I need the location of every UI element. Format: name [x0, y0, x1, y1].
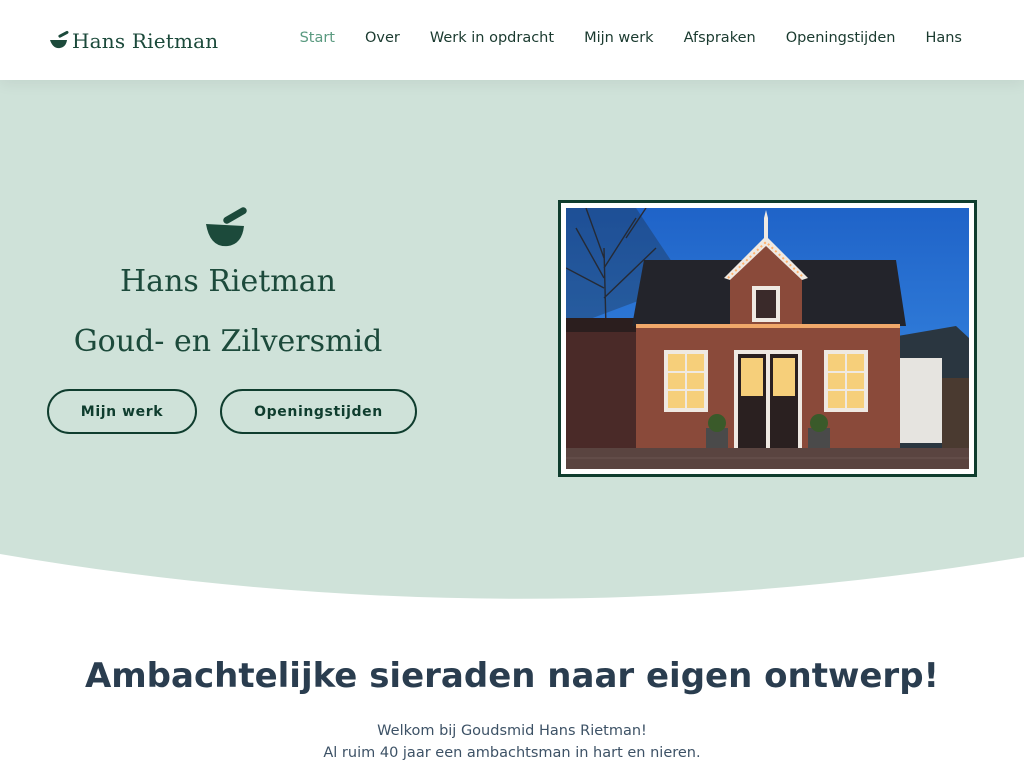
intro-text-line2: Al ruim 40 jaar een ambachtsman in hart …	[323, 745, 701, 761]
mijn-werk-button[interactable]: Mijn werk	[47, 389, 197, 434]
nav-item-mijn-werk[interactable]: Mijn werk	[584, 30, 654, 46]
shop-photo	[558, 200, 977, 477]
hero-section: Hans Rietman Goud- en Zilversmid Mijn we…	[0, 80, 1024, 600]
main-nav: Start Over Werk in opdracht Mijn werk Af…	[270, 30, 962, 46]
nav-item-openingstijden[interactable]: Openingstijden	[786, 30, 896, 46]
hero-subtitle: Goud- en Zilversmid	[73, 324, 383, 359]
mortar-pestle-icon	[206, 207, 247, 247]
nav-item-over[interactable]: Over	[365, 30, 400, 46]
page-headline: Ambachtelijke sieraden naar eigen ontwer…	[84, 656, 940, 696]
openingstijden-button[interactable]: Openingstijden	[220, 389, 417, 434]
logo-text: Hans Rietman	[72, 29, 219, 53]
mortar-pestle-icon	[50, 30, 69, 49]
site-logo[interactable]: Hans Rietman	[48, 26, 218, 56]
nav-item-hans[interactable]: Hans	[925, 30, 962, 46]
site-header: Hans Rietman Start Over Werk in opdracht…	[0, 0, 1024, 80]
nav-item-werk-in-opdracht[interactable]: Werk in opdracht	[430, 30, 554, 46]
hero-title: Hans Rietman	[120, 264, 336, 299]
intro-text-line1: Welkom bij Goudsmid Hans Rietman!	[377, 723, 647, 739]
nav-item-start[interactable]: Start	[300, 30, 335, 46]
nav-item-afspraken[interactable]: Afspraken	[684, 30, 756, 46]
shop-photo-image	[566, 208, 969, 469]
